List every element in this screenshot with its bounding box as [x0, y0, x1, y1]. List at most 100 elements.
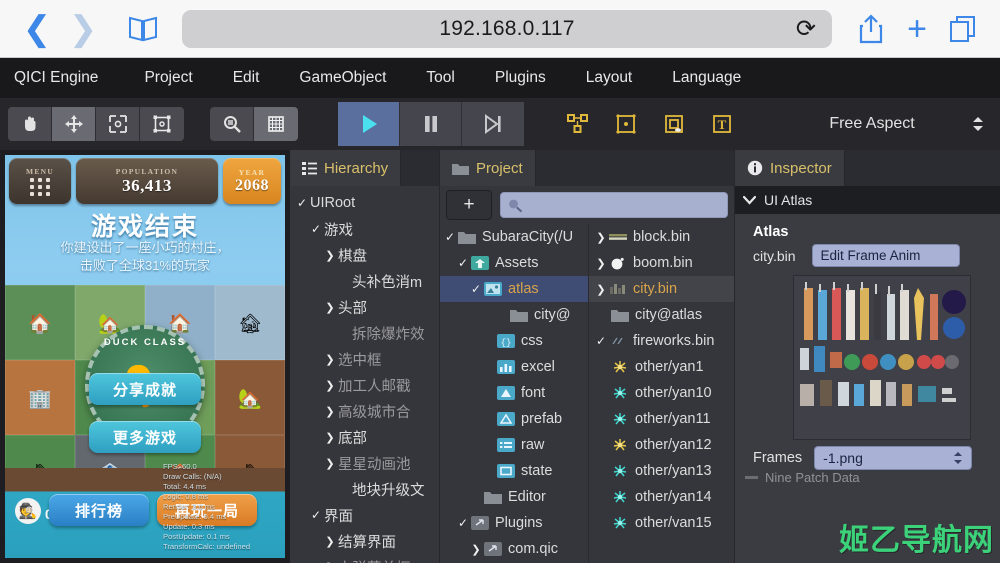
- asset-list-item[interactable]: ✓ fireworks.bin: [589, 328, 734, 354]
- chevron-right-icon[interactable]: ❯: [322, 301, 338, 314]
- hierarchy-node[interactable]: 头补色消m: [290, 268, 439, 294]
- project-tree[interactable]: ✓ SubaraCity(/U ✓ Assets ✓ atlas city@ {} css exc…: [440, 224, 589, 563]
- tab-project[interactable]: Project: [440, 150, 536, 186]
- project-tree-node[interactable]: state: [440, 458, 588, 484]
- hierarchy-node[interactable]: ❯ 高级城市合: [290, 398, 439, 424]
- asset-list-item[interactable]: other/van15: [589, 510, 734, 536]
- hand-tool-button[interactable]: [8, 107, 52, 141]
- chevron-down-icon[interactable]: ✓: [468, 282, 484, 296]
- text-tool-button[interactable]: T: [706, 109, 738, 139]
- menu-item-qici-engine[interactable]: QICI Engine: [14, 69, 124, 87]
- chevron-right-icon[interactable]: ❯: [322, 457, 338, 470]
- asset-search-input[interactable]: [500, 192, 728, 218]
- hierarchy-node[interactable]: ✓ 游戏: [290, 216, 439, 242]
- step-button[interactable]: [462, 102, 524, 146]
- game-canvas[interactable]: MENU POPULATION 36,413 YEAR 2068 游戏结束 你建…: [5, 155, 285, 558]
- asset-list-item[interactable]: other/yan14: [589, 484, 734, 510]
- tab-inspector[interactable]: Inspector: [735, 150, 845, 186]
- rect-tool-button[interactable]: [140, 107, 184, 141]
- grid-tool-button[interactable]: [254, 107, 298, 141]
- node-tool-button[interactable]: [562, 109, 594, 139]
- nine-patch-checkbox[interactable]: [745, 472, 759, 483]
- chevron-down-icon[interactable]: ✓: [455, 516, 471, 530]
- hierarchy-node[interactable]: ❯ 底部: [290, 424, 439, 450]
- more-games-button[interactable]: 更多游戏: [89, 421, 201, 453]
- hierarchy-node[interactable]: ✓ 界面: [290, 502, 439, 528]
- asset-list-item[interactable]: ❯ city.bin: [589, 276, 734, 302]
- hierarchy-node[interactable]: 地块升级文: [290, 476, 439, 502]
- pause-button[interactable]: [400, 102, 462, 146]
- chevron-right-icon[interactable]: ❯: [593, 231, 609, 244]
- sprite-tool-button[interactable]: [658, 109, 690, 139]
- chevron-right-icon[interactable]: ❯: [322, 249, 338, 262]
- project-tree-node[interactable]: city@: [440, 302, 588, 328]
- game-menu-button[interactable]: MENU: [9, 158, 71, 204]
- share-button[interactable]: [848, 7, 894, 51]
- menu-item-layout[interactable]: Layout: [566, 69, 653, 87]
- chevron-right-icon[interactable]: ❯: [322, 405, 338, 418]
- chevron-right-icon[interactable]: ❯: [593, 283, 609, 296]
- chevron-down-icon[interactable]: ✓: [442, 230, 458, 244]
- chevron-right-icon[interactable]: ❯: [593, 257, 609, 270]
- project-tree-node[interactable]: ✓ Plugins: [440, 510, 588, 536]
- chevron-right-icon[interactable]: ❯: [468, 543, 484, 556]
- menu-item-gameobject[interactable]: GameObject: [279, 69, 406, 87]
- add-asset-button[interactable]: +: [446, 190, 492, 220]
- scale-tool-button[interactable]: [96, 107, 140, 141]
- move-tool-button[interactable]: [52, 107, 96, 141]
- frames-select[interactable]: -1.png: [814, 446, 973, 470]
- project-tree-node[interactable]: raw: [440, 432, 588, 458]
- menu-item-tool[interactable]: Tool: [406, 69, 474, 87]
- url-bar[interactable]: 192.168.0.117 ⟳: [182, 9, 832, 48]
- project-tree-node[interactable]: {} css: [440, 328, 588, 354]
- project-tree-node[interactable]: ❯ com.qic: [440, 536, 588, 562]
- asset-list-item[interactable]: ❯ block.bin: [589, 224, 734, 250]
- new-tab-button[interactable]: +: [894, 7, 940, 51]
- chevron-right-icon[interactable]: ❯: [322, 353, 338, 366]
- chevron-down-icon[interactable]: ✓: [455, 256, 471, 270]
- hierarchy-node[interactable]: ❯上弹菜单框: [290, 554, 439, 563]
- project-tree-node[interactable]: Editor: [440, 484, 588, 510]
- hierarchy-tree[interactable]: ✓ UIRoot ✓ 游戏 ❯ 棋盘 头补色消m ❯ 头部 拆除爆炸效 ❯ 选中框 ❯ 加工人邮戳 ❯ 高级城…: [290, 186, 439, 563]
- forward-button[interactable]: ❯: [60, 7, 106, 51]
- project-tree-node[interactable]: ✓ SubaraCity(/U: [440, 224, 588, 250]
- project-tree-node[interactable]: ✓ Assets: [440, 250, 588, 276]
- asset-list-item[interactable]: other/yan1: [589, 354, 734, 380]
- chevron-right-icon[interactable]: ❯: [322, 431, 338, 444]
- project-asset-list[interactable]: ❯ block.bin ❯ boom.bin ❯ city.bin city@atlas ✓ f…: [589, 224, 734, 563]
- hierarchy-node[interactable]: ❯ 头部: [290, 294, 439, 320]
- ui-atlas-section-header[interactable]: UI Atlas: [735, 186, 1000, 214]
- chevron-down-icon[interactable]: ✓: [294, 196, 310, 210]
- share-achievement-button[interactable]: 分享成就: [89, 373, 201, 405]
- asset-list-item[interactable]: ❯ boom.bin: [589, 250, 734, 276]
- menu-item-project[interactable]: Project: [124, 69, 212, 87]
- play-button[interactable]: [338, 102, 400, 146]
- zoom-tool-button[interactable]: [210, 107, 254, 141]
- chevron-down-icon[interactable]: ✓: [308, 508, 324, 522]
- asset-list-item[interactable]: other/yan12: [589, 432, 734, 458]
- chevron-right-icon[interactable]: ❯: [322, 379, 338, 392]
- chevron-down-icon[interactable]: ✓: [308, 222, 324, 236]
- chevron-right-icon[interactable]: ❯: [322, 535, 338, 548]
- asset-list-item[interactable]: other/yan10: [589, 380, 734, 406]
- project-tree-node[interactable]: font: [440, 380, 588, 406]
- asset-list-item[interactable]: city@atlas: [589, 302, 734, 328]
- game-view[interactable]: MENU POPULATION 36,413 YEAR 2068 游戏结束 你建…: [0, 150, 290, 563]
- show-tabs-button[interactable]: [940, 7, 986, 51]
- menu-item-language[interactable]: Language: [652, 69, 761, 87]
- hierarchy-node[interactable]: ✓ UIRoot: [290, 190, 439, 216]
- menu-item-plugins[interactable]: Plugins: [475, 69, 566, 87]
- back-button[interactable]: ❮: [14, 7, 60, 51]
- chevron-down-icon[interactable]: ✓: [593, 334, 609, 348]
- hierarchy-node[interactable]: ❯ 结算界面: [290, 528, 439, 554]
- hierarchy-node[interactable]: ❯ 选中框: [290, 346, 439, 372]
- hierarchy-node[interactable]: ❯ 加工人邮戳: [290, 372, 439, 398]
- rect-node-tool-button[interactable]: [610, 109, 642, 139]
- tab-hierarchy[interactable]: Hierarchy: [290, 150, 402, 186]
- hierarchy-node[interactable]: ❯ 星星动画池: [290, 450, 439, 476]
- project-tree-node[interactable]: excel: [440, 354, 588, 380]
- bookmarks-button[interactable]: [120, 7, 166, 51]
- asset-list-item[interactable]: other/yan13: [589, 458, 734, 484]
- hierarchy-node[interactable]: ❯ 棋盘: [290, 242, 439, 268]
- menu-item-edit[interactable]: Edit: [213, 69, 280, 87]
